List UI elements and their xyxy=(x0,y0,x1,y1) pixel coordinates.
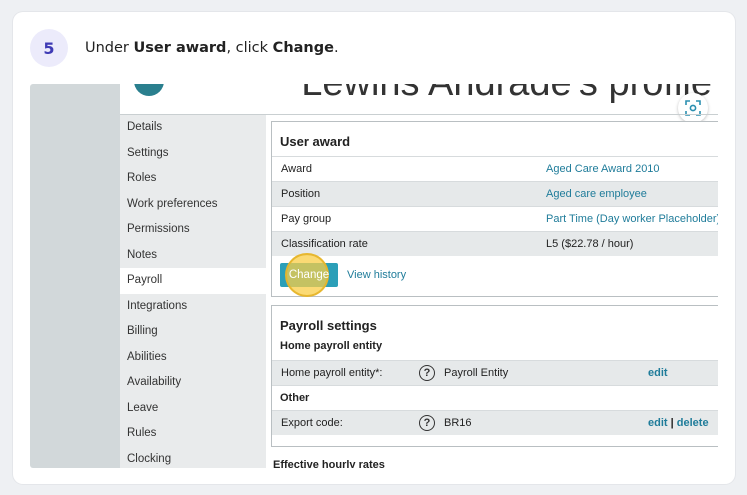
export-code-edit-link[interactable]: edit xyxy=(648,417,668,429)
profile-header: Lewins Andrade's profile xyxy=(30,84,718,114)
home-payroll-entity-label: Home payroll entity*: xyxy=(281,367,383,379)
profile-sidebar: Details Settings Roles Work preferences … xyxy=(120,115,266,468)
export-code-actions: edit | delete xyxy=(648,417,709,429)
export-code-label: Export code: xyxy=(281,417,343,429)
sidebar-item-payroll[interactable]: Payroll xyxy=(120,268,266,294)
step-instruction: Under User award, click Change. xyxy=(85,40,339,56)
home-payroll-entity-edit-link[interactable]: edit xyxy=(648,367,668,379)
page-title: Lewins Andrade's profile xyxy=(301,84,712,105)
change-button[interactable]: Change xyxy=(280,253,338,297)
sidebar-item-integrations[interactable]: Integrations xyxy=(120,294,266,320)
user-award-panel: User award Award Aged Care Award 2010 Po… xyxy=(271,121,718,297)
sidebar-item-billing[interactable]: Billing xyxy=(120,319,266,345)
award-row: Award Aged Care Award 2010 xyxy=(272,156,718,181)
sidebar-item-notes[interactable]: Notes xyxy=(120,243,266,269)
step-text-middle: , click xyxy=(226,40,273,56)
pay-group-link[interactable]: Part Time (Day worker Placeholder) xyxy=(546,213,718,225)
sidebar-item-abilities[interactable]: Abilities xyxy=(120,345,266,371)
sidebar-item-leave[interactable]: Leave xyxy=(120,396,266,422)
payroll-settings-title: Payroll settings xyxy=(280,318,377,333)
home-payroll-entity-actions: edit xyxy=(648,367,668,379)
classification-rate-row: Classification rate L5 ($22.78 / hour) xyxy=(272,231,718,256)
step-header: 5 Under User award, click Change. xyxy=(30,28,339,68)
sidebar-item-details[interactable]: Details xyxy=(120,115,266,141)
award-label: Award xyxy=(281,163,312,175)
pay-group-row: Pay group Part Time (Day worker Placehol… xyxy=(272,206,718,231)
sidebar-item-roles[interactable]: Roles xyxy=(120,166,266,192)
help-icon[interactable]: ? xyxy=(419,415,435,431)
zoom-button[interactable] xyxy=(678,93,708,123)
step-text-suffix: . xyxy=(333,40,339,56)
action-separator: | xyxy=(670,417,674,429)
export-code-value: BR16 xyxy=(444,417,472,429)
sidebar-item-rules[interactable]: Rules xyxy=(120,421,266,447)
position-row: Position Aged care employee xyxy=(272,181,718,206)
export-code-row: Export code: ? BR16 edit | delete xyxy=(272,410,718,435)
view-history-link[interactable]: View history xyxy=(347,269,406,281)
pay-group-label: Pay group xyxy=(281,213,332,225)
effective-hourly-rates-heading: Effective hourly rates xyxy=(273,459,385,468)
step-text-bold-2: Change xyxy=(272,40,334,56)
classification-rate-label: Classification rate xyxy=(281,238,368,250)
export-code-delete-link[interactable]: delete xyxy=(677,417,709,429)
award-actions: Change View history xyxy=(280,253,406,297)
screenshot-viewport: Lewins Andrade's profile Details Setting… xyxy=(30,84,718,468)
sidebar-item-work-preferences[interactable]: Work preferences xyxy=(120,192,266,218)
help-icon[interactable]: ? xyxy=(419,365,435,381)
step-number-badge: 5 xyxy=(30,29,68,67)
other-heading: Other xyxy=(272,385,718,410)
classification-rate-value: L5 ($22.78 / hour) xyxy=(546,238,634,250)
step-text-prefix: Under xyxy=(85,40,134,56)
sidebar-item-availability[interactable]: Availability xyxy=(120,370,266,396)
position-link[interactable]: Aged care employee xyxy=(546,188,647,200)
position-label: Position xyxy=(281,188,321,200)
sidebar-item-settings[interactable]: Settings xyxy=(120,141,266,167)
avatar xyxy=(134,84,164,96)
payroll-settings-panel: Payroll settings Home payroll entity Hom… xyxy=(271,305,718,447)
home-payroll-entity-value: Payroll Entity xyxy=(444,367,509,379)
change-button-label: Change xyxy=(288,269,330,281)
step-card: 5 Under User award, click Change. Lewins… xyxy=(13,12,735,484)
home-payroll-entity-heading: Home payroll entity xyxy=(280,340,383,352)
sidebar-item-clocking[interactable]: Clocking xyxy=(120,447,266,469)
home-payroll-entity-row: Home payroll entity*: ? Payroll Entity e… xyxy=(272,360,718,385)
step-text-bold-1: User award xyxy=(133,40,227,56)
sidebar-item-permissions[interactable]: Permissions xyxy=(120,217,266,243)
left-rail xyxy=(30,114,120,468)
award-link[interactable]: Aged Care Award 2010 xyxy=(546,163,660,175)
user-award-title: User award xyxy=(280,134,351,149)
left-rail-top xyxy=(30,84,120,114)
